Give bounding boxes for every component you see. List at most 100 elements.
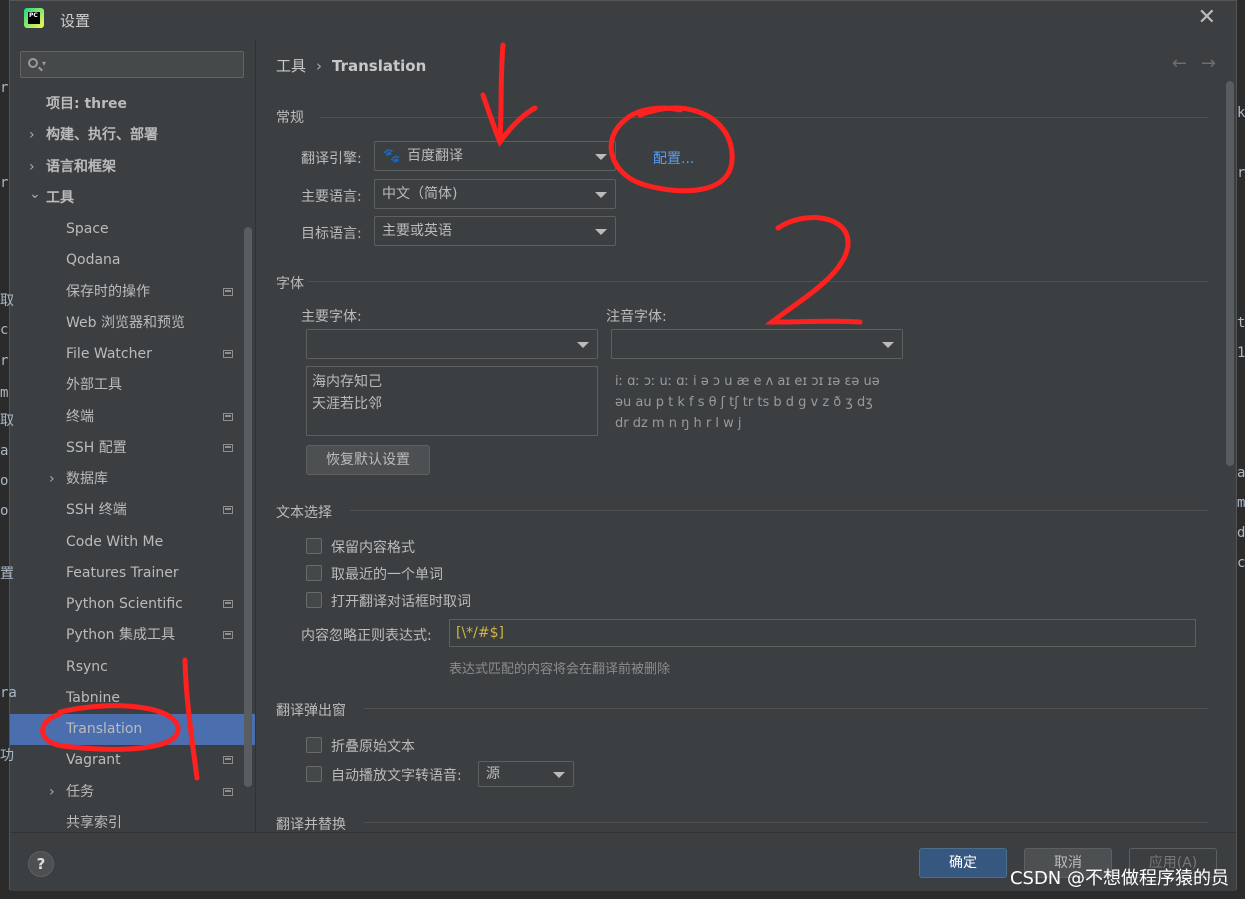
ipa-line: dr dz m n ŋ h r l w j	[615, 416, 742, 431]
sidebar-item-label: Space	[66, 221, 109, 237]
sidebar-item[interactable]: Translation	[10, 714, 255, 745]
regex-value: [\*/#$]	[456, 625, 504, 641]
preview-line: 海内存知己	[312, 374, 382, 390]
sidebar-item[interactable]: Rsync	[10, 652, 255, 683]
background-text: a	[1237, 465, 1245, 481]
fold-original-checkbox[interactable]	[306, 737, 322, 753]
sidebar-item[interactable]: 项目: three	[10, 89, 255, 120]
sidebar-item[interactable]: › 任务	[10, 777, 255, 808]
settings-search-input[interactable]: ▾	[20, 51, 244, 78]
take-word-on-open-label[interactable]: 打开翻译对话框时取词	[331, 591, 471, 611]
background-text: r	[0, 175, 9, 191]
primary-font-select[interactable]	[306, 329, 598, 359]
background-text: r	[0, 353, 9, 369]
phonetic-font-label: 注音字体:	[606, 309, 667, 325]
nearest-word-label[interactable]: 取最近的一个单词	[331, 564, 443, 584]
sidebar-item-label: 保存时的操作	[66, 283, 150, 300]
sidebar-item[interactable]: Tabnine	[10, 683, 255, 714]
ok-button[interactable]: 确定	[919, 848, 1007, 878]
take-word-on-open-checkbox[interactable]	[306, 592, 322, 608]
sidebar-scrollbar[interactable]	[244, 129, 252, 832]
background-text: 1	[1237, 345, 1245, 361]
chevron-down-icon	[882, 342, 894, 348]
ipa-line: əu au p t k f s θ ʃ tʃ tr ts b d g v z ð…	[615, 395, 873, 410]
dialog-title: 设置	[60, 12, 91, 30]
background-text: r	[1237, 165, 1245, 181]
target-language-select[interactable]: 主要或英语	[374, 216, 616, 246]
content-scrollbar[interactable]	[1226, 81, 1234, 466]
chevron-down-icon	[595, 192, 607, 198]
sidebar-item[interactable]: › 构建、执行、部署	[10, 120, 255, 151]
primary-font-label: 主要字体:	[301, 309, 362, 325]
sidebar-item[interactable]: 终端	[10, 402, 255, 433]
sidebar-item-label: 数据库	[66, 471, 108, 487]
chevron-right-icon[interactable]: ›	[49, 464, 55, 495]
sidebar-item[interactable]: › 语言和框架	[10, 152, 255, 183]
sidebar-item[interactable]: Space	[10, 214, 255, 245]
sidebar-item-label: Python Scientific	[66, 596, 183, 612]
sidebar-item[interactable]: Code With Me	[10, 527, 255, 558]
sidebar-item[interactable]: File Watcher	[10, 339, 255, 370]
font-preview-box[interactable]: 海内存知己 天涯若比邻	[306, 366, 598, 436]
configure-link[interactable]: 配置...	[653, 148, 694, 168]
regex-input[interactable]: [\*/#$]	[449, 619, 1196, 647]
sidebar-scrollbar-thumb[interactable]	[244, 227, 252, 787]
sidebar-item[interactable]: 共享索引	[10, 808, 255, 832]
baidu-paw-icon: 🐾	[383, 148, 401, 164]
engine-select[interactable]: 🐾 百度翻译	[374, 141, 616, 171]
project-scope-icon	[223, 600, 233, 608]
breadcrumb-parent[interactable]: 工具	[276, 57, 306, 75]
target-language-value: 主要或英语	[382, 223, 452, 239]
keep-format-label[interactable]: 保留内容格式	[331, 537, 415, 557]
breadcrumb-separator: ›	[316, 57, 323, 75]
sidebar-item-label: 构建、执行、部署	[46, 127, 158, 144]
sidebar-item[interactable]: 外部工具	[10, 370, 255, 401]
sidebar-item[interactable]: Vagrant	[10, 745, 255, 776]
chevron-down-icon[interactable]: ⌄	[29, 179, 41, 210]
section-general-title: 常规	[276, 110, 304, 126]
phonetic-font-select[interactable]	[611, 329, 903, 359]
ipa-line: iː ɑː ɔː uː ɑː i ə ɔ u æ e ʌ aɪ eɪ ɔɪ ɪə…	[615, 374, 880, 389]
sidebar-item[interactable]: SSH 配置	[10, 433, 255, 464]
sidebar-item[interactable]: Web 浏览器和预览	[10, 308, 255, 339]
sidebar-item-label: Python 集成工具	[66, 627, 175, 644]
primary-language-select[interactable]: 中文（简体)	[374, 179, 616, 209]
tts-source-select[interactable]: 源	[478, 761, 574, 787]
sidebar-item-label: 任务	[66, 783, 94, 800]
auto-tts-label[interactable]: 自动播放文字转语音:	[331, 765, 462, 785]
regex-hint: 表达式匹配的内容将会在翻译前被删除	[449, 662, 671, 677]
sidebar-item-label: SSH 终端	[66, 502, 127, 519]
sidebar-item[interactable]: SSH 终端	[10, 495, 255, 526]
section-popup-title: 翻译弹出窗	[276, 703, 346, 719]
sidebar-item-label: 工具	[46, 189, 74, 206]
preview-line: 天涯若比邻	[312, 396, 382, 412]
back-arrow-icon[interactable]: ←	[1172, 53, 1187, 74]
fold-original-label[interactable]: 折叠原始文本	[331, 736, 415, 756]
sidebar-item[interactable]: Python 集成工具	[10, 620, 255, 651]
chevron-right-icon[interactable]: ›	[29, 120, 35, 151]
sidebar-item-label: Web 浏览器和预览	[66, 314, 185, 331]
primary-language-label: 主要语言:	[301, 189, 362, 205]
sidebar-item-label: Translation	[66, 721, 143, 737]
close-icon[interactable]: ✕	[1198, 5, 1216, 30]
sidebar-item[interactable]: › 数据库	[10, 464, 255, 495]
sidebar-item[interactable]: Python Scientific	[10, 589, 255, 620]
sidebar-item-label: Vagrant	[66, 752, 121, 769]
sidebar-item[interactable]: 保存时的操作	[10, 277, 255, 308]
background-text: a	[0, 443, 9, 459]
keep-format-checkbox[interactable]	[306, 538, 322, 554]
sidebar-item[interactable]: ⌄ 工具	[10, 183, 255, 214]
forward-arrow-icon[interactable]: →	[1201, 53, 1216, 74]
title-bar: PC 设置 ✕	[10, 1, 1236, 39]
chevron-down-icon	[595, 154, 607, 160]
sidebar-item[interactable]: Qodana	[10, 245, 255, 276]
background-text: o	[0, 503, 9, 519]
section-font-title: 字体	[276, 276, 304, 292]
sidebar-item[interactable]: Features Trainer	[10, 558, 255, 589]
nearest-word-checkbox[interactable]	[306, 565, 322, 581]
help-icon[interactable]: ?	[28, 851, 54, 877]
chevron-right-icon[interactable]: ›	[49, 777, 55, 808]
reset-font-button[interactable]: 恢复默认设置	[306, 445, 430, 475]
sidebar-item-label: Rsync	[66, 658, 108, 675]
auto-tts-checkbox[interactable]	[306, 766, 322, 782]
